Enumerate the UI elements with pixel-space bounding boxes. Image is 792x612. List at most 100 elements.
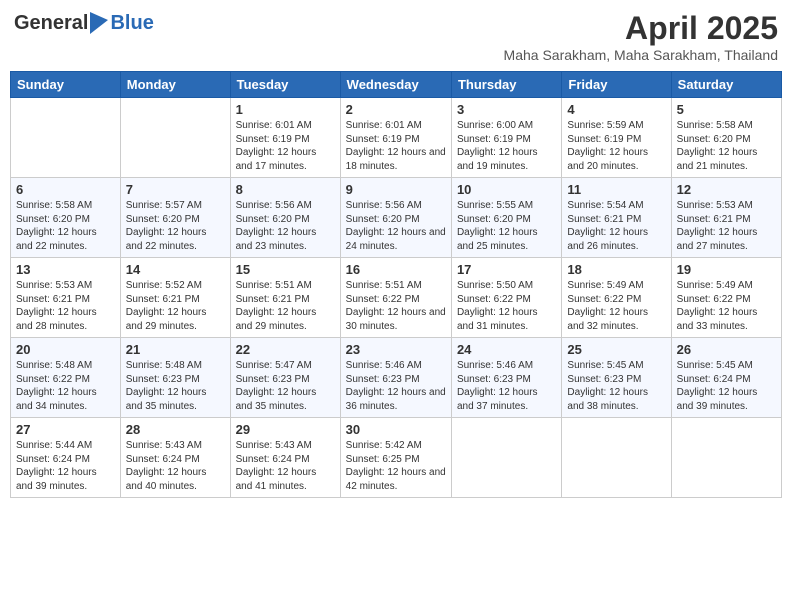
calendar-cell: 22 Sunrise: 5:47 AMSunset: 6:23 PMDaylig… bbox=[230, 338, 340, 418]
day-info: Sunrise: 5:57 AMSunset: 6:20 PMDaylight:… bbox=[126, 200, 207, 252]
day-number: 19 bbox=[677, 262, 776, 277]
calendar-cell: 10 Sunrise: 5:55 AMSunset: 6:20 PMDaylig… bbox=[451, 178, 561, 258]
day-info: Sunrise: 5:44 AMSunset: 6:24 PMDaylight:… bbox=[16, 440, 97, 492]
calendar-cell: 26 Sunrise: 5:45 AMSunset: 6:24 PMDaylig… bbox=[671, 338, 781, 418]
calendar-cell: 12 Sunrise: 5:53 AMSunset: 6:21 PMDaylig… bbox=[671, 178, 781, 258]
calendar-cell: 19 Sunrise: 5:49 AMSunset: 6:22 PMDaylig… bbox=[671, 258, 781, 338]
week-row-2: 6 Sunrise: 5:58 AMSunset: 6:20 PMDayligh… bbox=[11, 178, 782, 258]
calendar-cell: 17 Sunrise: 5:50 AMSunset: 6:22 PMDaylig… bbox=[451, 258, 561, 338]
calendar-cell: 5 Sunrise: 5:58 AMSunset: 6:20 PMDayligh… bbox=[671, 98, 781, 178]
day-number: 25 bbox=[567, 342, 665, 357]
day-info: Sunrise: 5:47 AMSunset: 6:23 PMDaylight:… bbox=[236, 360, 317, 412]
calendar-cell: 6 Sunrise: 5:58 AMSunset: 6:20 PMDayligh… bbox=[11, 178, 121, 258]
column-header-tuesday: Tuesday bbox=[230, 72, 340, 98]
day-number: 16 bbox=[346, 262, 446, 277]
day-number: 23 bbox=[346, 342, 446, 357]
day-info: Sunrise: 5:51 AMSunset: 6:22 PMDaylight:… bbox=[346, 280, 446, 332]
calendar-cell bbox=[671, 418, 781, 498]
day-number: 12 bbox=[677, 182, 776, 197]
column-header-thursday: Thursday bbox=[451, 72, 561, 98]
month-title: April 2025 bbox=[504, 10, 778, 47]
day-info: Sunrise: 5:43 AMSunset: 6:24 PMDaylight:… bbox=[126, 440, 207, 492]
day-number: 6 bbox=[16, 182, 115, 197]
calendar-cell bbox=[562, 418, 671, 498]
week-row-1: 1 Sunrise: 6:01 AMSunset: 6:19 PMDayligh… bbox=[11, 98, 782, 178]
column-header-saturday: Saturday bbox=[671, 72, 781, 98]
calendar-cell: 28 Sunrise: 5:43 AMSunset: 6:24 PMDaylig… bbox=[120, 418, 230, 498]
day-number: 13 bbox=[16, 262, 115, 277]
day-info: Sunrise: 5:50 AMSunset: 6:22 PMDaylight:… bbox=[457, 280, 538, 332]
day-info: Sunrise: 5:55 AMSunset: 6:20 PMDaylight:… bbox=[457, 200, 538, 252]
day-info: Sunrise: 5:56 AMSunset: 6:20 PMDaylight:… bbox=[346, 200, 446, 252]
day-number: 2 bbox=[346, 102, 446, 117]
calendar-cell: 21 Sunrise: 5:48 AMSunset: 6:23 PMDaylig… bbox=[120, 338, 230, 418]
calendar-cell bbox=[11, 98, 121, 178]
day-number: 24 bbox=[457, 342, 556, 357]
calendar-cell: 15 Sunrise: 5:51 AMSunset: 6:21 PMDaylig… bbox=[230, 258, 340, 338]
day-number: 26 bbox=[677, 342, 776, 357]
day-info: Sunrise: 5:58 AMSunset: 6:20 PMDaylight:… bbox=[677, 120, 758, 172]
day-number: 15 bbox=[236, 262, 335, 277]
day-number: 18 bbox=[567, 262, 665, 277]
day-info: Sunrise: 5:56 AMSunset: 6:20 PMDaylight:… bbox=[236, 200, 317, 252]
day-number: 29 bbox=[236, 422, 335, 437]
page-header: General Blue April 2025 Maha Sarakham, M… bbox=[10, 10, 782, 63]
day-number: 11 bbox=[567, 182, 665, 197]
logo-general: General bbox=[14, 13, 88, 33]
week-row-4: 20 Sunrise: 5:48 AMSunset: 6:22 PMDaylig… bbox=[11, 338, 782, 418]
day-info: Sunrise: 6:00 AMSunset: 6:19 PMDaylight:… bbox=[457, 120, 538, 172]
calendar-cell: 14 Sunrise: 5:52 AMSunset: 6:21 PMDaylig… bbox=[120, 258, 230, 338]
day-number: 22 bbox=[236, 342, 335, 357]
calendar-cell: 29 Sunrise: 5:43 AMSunset: 6:24 PMDaylig… bbox=[230, 418, 340, 498]
calendar-cell: 13 Sunrise: 5:53 AMSunset: 6:21 PMDaylig… bbox=[11, 258, 121, 338]
day-number: 27 bbox=[16, 422, 115, 437]
day-info: Sunrise: 5:49 AMSunset: 6:22 PMDaylight:… bbox=[677, 280, 758, 332]
calendar-cell: 30 Sunrise: 5:42 AMSunset: 6:25 PMDaylig… bbox=[340, 418, 451, 498]
logo-icon bbox=[90, 12, 108, 34]
title-block: April 2025 Maha Sarakham, Maha Sarakham,… bbox=[504, 10, 778, 63]
day-number: 4 bbox=[567, 102, 665, 117]
day-info: Sunrise: 5:46 AMSunset: 6:23 PMDaylight:… bbox=[346, 360, 446, 412]
day-number: 8 bbox=[236, 182, 335, 197]
day-number: 9 bbox=[346, 182, 446, 197]
day-number: 30 bbox=[346, 422, 446, 437]
week-row-5: 27 Sunrise: 5:44 AMSunset: 6:24 PMDaylig… bbox=[11, 418, 782, 498]
calendar-cell: 16 Sunrise: 5:51 AMSunset: 6:22 PMDaylig… bbox=[340, 258, 451, 338]
day-info: Sunrise: 5:46 AMSunset: 6:23 PMDaylight:… bbox=[457, 360, 538, 412]
calendar-cell: 4 Sunrise: 5:59 AMSunset: 6:19 PMDayligh… bbox=[562, 98, 671, 178]
calendar-cell: 3 Sunrise: 6:00 AMSunset: 6:19 PMDayligh… bbox=[451, 98, 561, 178]
day-info: Sunrise: 5:45 AMSunset: 6:23 PMDaylight:… bbox=[567, 360, 648, 412]
calendar-header-row: SundayMondayTuesdayWednesdayThursdayFrid… bbox=[11, 72, 782, 98]
day-info: Sunrise: 5:48 AMSunset: 6:22 PMDaylight:… bbox=[16, 360, 97, 412]
calendar-cell: 1 Sunrise: 6:01 AMSunset: 6:19 PMDayligh… bbox=[230, 98, 340, 178]
day-info: Sunrise: 5:53 AMSunset: 6:21 PMDaylight:… bbox=[16, 280, 97, 332]
day-info: Sunrise: 5:52 AMSunset: 6:21 PMDaylight:… bbox=[126, 280, 207, 332]
calendar-table: SundayMondayTuesdayWednesdayThursdayFrid… bbox=[10, 71, 782, 498]
day-info: Sunrise: 5:53 AMSunset: 6:21 PMDaylight:… bbox=[677, 200, 758, 252]
day-number: 5 bbox=[677, 102, 776, 117]
logo-blue: Blue bbox=[110, 12, 153, 35]
day-info: Sunrise: 6:01 AMSunset: 6:19 PMDaylight:… bbox=[346, 120, 446, 172]
location-title: Maha Sarakham, Maha Sarakham, Thailand bbox=[504, 47, 778, 63]
day-info: Sunrise: 5:51 AMSunset: 6:21 PMDaylight:… bbox=[236, 280, 317, 332]
calendar-cell: 20 Sunrise: 5:48 AMSunset: 6:22 PMDaylig… bbox=[11, 338, 121, 418]
calendar-cell: 18 Sunrise: 5:49 AMSunset: 6:22 PMDaylig… bbox=[562, 258, 671, 338]
day-number: 28 bbox=[126, 422, 225, 437]
day-info: Sunrise: 5:58 AMSunset: 6:20 PMDaylight:… bbox=[16, 200, 97, 252]
day-number: 17 bbox=[457, 262, 556, 277]
day-info: Sunrise: 5:59 AMSunset: 6:19 PMDaylight:… bbox=[567, 120, 648, 172]
logo: General Blue bbox=[14, 10, 154, 35]
day-info: Sunrise: 5:54 AMSunset: 6:21 PMDaylight:… bbox=[567, 200, 648, 252]
day-number: 10 bbox=[457, 182, 556, 197]
day-info: Sunrise: 5:49 AMSunset: 6:22 PMDaylight:… bbox=[567, 280, 648, 332]
column-header-friday: Friday bbox=[562, 72, 671, 98]
calendar-cell: 7 Sunrise: 5:57 AMSunset: 6:20 PMDayligh… bbox=[120, 178, 230, 258]
column-header-wednesday: Wednesday bbox=[340, 72, 451, 98]
day-info: Sunrise: 5:43 AMSunset: 6:24 PMDaylight:… bbox=[236, 440, 317, 492]
calendar-cell: 25 Sunrise: 5:45 AMSunset: 6:23 PMDaylig… bbox=[562, 338, 671, 418]
calendar-cell: 27 Sunrise: 5:44 AMSunset: 6:24 PMDaylig… bbox=[11, 418, 121, 498]
calendar-cell: 8 Sunrise: 5:56 AMSunset: 6:20 PMDayligh… bbox=[230, 178, 340, 258]
column-header-sunday: Sunday bbox=[11, 72, 121, 98]
day-number: 21 bbox=[126, 342, 225, 357]
day-info: Sunrise: 6:01 AMSunset: 6:19 PMDaylight:… bbox=[236, 120, 317, 172]
